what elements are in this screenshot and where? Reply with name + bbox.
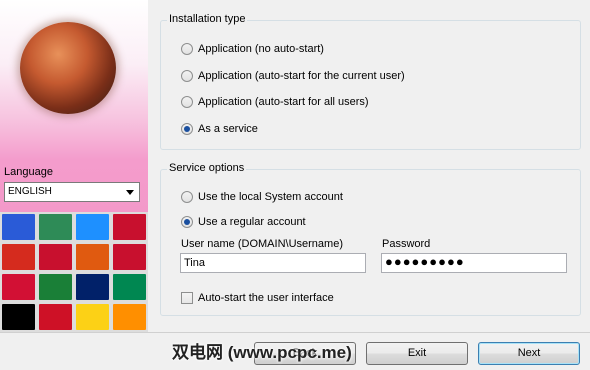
option-as-a-service[interactable]: As a service (181, 123, 258, 135)
option-label: Use the local System account (198, 191, 343, 203)
chevron-down-icon (126, 190, 134, 195)
option-no-auto-start[interactable]: Application (no auto-start) (181, 43, 324, 55)
radio-button-checked[interactable] (181, 123, 193, 135)
language-select-value: ENGLISH (8, 186, 52, 197)
option-local-system-account[interactable]: Use the local System account (181, 191, 343, 203)
language-label: Language (4, 166, 53, 178)
service-options-title: Service options (167, 162, 247, 174)
radio-button-checked[interactable] (181, 216, 193, 228)
country-flag-icon (39, 244, 72, 270)
country-flag-icon (2, 304, 35, 330)
exit-button[interactable]: Exit (366, 342, 468, 365)
option-auto-start-current-user[interactable]: Application (auto-start for the current … (181, 70, 405, 82)
country-flag-icon (76, 274, 109, 300)
radio-button[interactable] (181, 96, 193, 108)
country-flag-icon (39, 214, 72, 240)
country-flag-icon (39, 274, 72, 300)
country-flag-icon (113, 304, 146, 330)
country-flag-icon (76, 214, 109, 240)
option-label: Application (no auto-start) (198, 43, 324, 55)
option-label: Application (auto-start for all users) (198, 96, 369, 108)
next-button[interactable]: Next (478, 342, 580, 365)
option-label: Use a regular account (198, 216, 306, 228)
auto-start-ui-checkbox[interactable] (181, 292, 193, 304)
country-flag-icon (39, 304, 72, 330)
option-regular-account[interactable]: Use a regular account (181, 216, 306, 228)
country-flag-icon (2, 274, 35, 300)
left-banner-panel: Language ENGLISH (0, 0, 148, 332)
country-flag-icon (76, 304, 109, 330)
username-label: User name (DOMAIN\Username) (181, 238, 343, 250)
option-label: Application (auto-start for the current … (198, 70, 405, 82)
bottom-divider (0, 332, 590, 333)
language-area: Language ENGLISH (0, 160, 148, 212)
country-flag-icon (113, 274, 146, 300)
radio-button[interactable] (181, 70, 193, 82)
auto-start-ui-checkbox-row[interactable]: Auto-start the user interface (181, 292, 334, 304)
watermark-text: 双电网 (www.pcpc.me) (172, 343, 352, 362)
radio-button[interactable] (181, 43, 193, 55)
language-select[interactable]: ENGLISH (4, 182, 140, 202)
country-flag-icon (113, 214, 146, 240)
country-flag-icon (113, 244, 146, 270)
flags-grid (0, 212, 148, 332)
radio-button[interactable] (181, 191, 193, 203)
password-input[interactable]: ●●●●●●●●● (381, 253, 567, 273)
password-label: Password (382, 238, 431, 250)
username-input[interactable]: Tina (180, 253, 366, 273)
fuzzy-sphere-graphic (20, 22, 116, 114)
auto-start-ui-label: Auto-start the user interface (198, 292, 334, 304)
country-flag-icon (76, 244, 109, 270)
country-flag-icon (2, 214, 35, 240)
banner-image (0, 0, 148, 160)
installation-type-title: Installation type (167, 13, 248, 25)
country-flag-icon (2, 244, 35, 270)
option-auto-start-all-users[interactable]: Application (auto-start for all users) (181, 96, 369, 108)
option-label: As a service (198, 123, 258, 135)
